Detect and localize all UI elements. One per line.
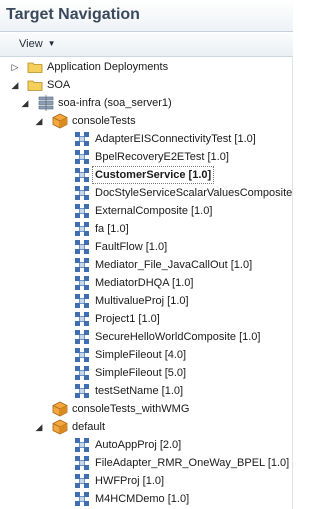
composite-icon — [75, 330, 89, 344]
tree-node-label: SimpleFileout [4.0] — [95, 349, 187, 361]
tree-node-label: CustomerService [1.0] — [92, 166, 215, 184]
tree-node-label: AutoAppProj [2.0] — [95, 439, 182, 451]
tree-node-composite[interactable]: AdapterEISConnectivityTest [1.0] — [0, 130, 293, 148]
tree-node-composite[interactable]: fa [1.0] — [0, 220, 293, 238]
view-menu-label: View — [19, 38, 43, 50]
tree-node-label: SOA — [47, 79, 71, 91]
expanded-icon[interactable]: ◢ — [34, 112, 44, 130]
tree-node-composite-selected[interactable]: CustomerService [1.0] — [0, 166, 293, 184]
server-icon — [38, 95, 54, 111]
collapsed-icon[interactable]: ▷ — [10, 58, 20, 76]
composite-icon — [75, 258, 89, 272]
composite-icon — [75, 186, 89, 200]
tree-node-composite[interactable]: testSetName [1.0] — [0, 382, 293, 400]
tree-node-composite[interactable]: DocStyleServiceScalarValuesComposite [ — [0, 184, 293, 202]
tree-node-composite[interactable]: HWFProj [1.0] — [0, 472, 293, 490]
tree-node-label: BpelRecoveryE2ETest [1.0] — [95, 151, 229, 163]
tree-node-composite[interactable]: Project1 [1.0] — [0, 310, 293, 328]
tree-node-console-tests-with-wmg[interactable]: consoleTests_withWMG — [0, 400, 293, 418]
tree-node-console-tests[interactable]: ◢ consoleTests — [0, 112, 293, 130]
tree-node-label: AdapterEISConnectivityTest [1.0] — [95, 133, 256, 145]
tree-node-label: FaultFlow [1.0] — [95, 241, 168, 253]
partition-icon — [52, 419, 68, 435]
tree-node-label: consoleTests — [72, 115, 136, 127]
chevron-down-icon: ▼ — [47, 39, 56, 48]
tree-node-composite[interactable]: ExternalComposite [1.0] — [0, 202, 293, 220]
composite-icon — [75, 276, 89, 290]
tree-node-composite[interactable]: M4HCMDemo [1.0] — [0, 490, 293, 508]
tree-node-label: consoleTests_withWMG — [72, 403, 190, 415]
view-menu[interactable]: View ▼ — [19, 38, 56, 50]
expanded-icon[interactable]: ◢ — [34, 418, 44, 436]
tree-node-label: Project1 [1.0] — [95, 313, 160, 325]
folder-icon — [27, 80, 43, 91]
partition-icon — [52, 401, 68, 417]
tree-node-composite[interactable]: Mediator_File_JavaCallOut [1.0] — [0, 256, 293, 274]
tree-node-label: fa [1.0] — [95, 223, 129, 235]
tree-node-composite[interactable]: SecureHelloWorldComposite [1.0] — [0, 328, 293, 346]
tree-node-label: soa-infra (soa_server1) — [58, 97, 172, 109]
composite-icon — [75, 492, 89, 506]
tree-node-label: default — [72, 421, 106, 433]
panel-title: Target Navigation — [6, 6, 140, 23]
tree-node-composite[interactable]: FaultFlow [1.0] — [0, 238, 293, 256]
composite-icon — [75, 474, 89, 488]
tree-node-application-deployments[interactable]: ▷ Application Deployments — [0, 58, 293, 76]
composite-icon — [75, 456, 89, 470]
composite-icon — [75, 132, 89, 146]
tree-node-composite[interactable]: BpelRecoveryE2ETest [1.0] — [0, 148, 293, 166]
folder-icon — [27, 62, 43, 73]
tree-node-composite[interactable]: FileAdapter_RMR_OneWay_BPEL [1.0] — [0, 454, 293, 472]
tree-node-label: SimpleFileout [5.0] — [95, 367, 187, 379]
tree-node-composite[interactable]: MediatorDHQA [1.0] — [0, 274, 293, 292]
composite-icon — [75, 168, 89, 182]
composite-icon — [75, 294, 89, 308]
tree-node-label: SecureHelloWorldComposite [1.0] — [95, 331, 261, 343]
composite-icon — [75, 150, 89, 164]
composite-icon — [75, 222, 89, 236]
tree-node-label: Application Deployments — [47, 61, 169, 73]
tree-node-label: HWFProj [1.0] — [95, 475, 165, 487]
tree-node-soa-infra[interactable]: ◢ soa-infra (soa_server1) — [0, 94, 293, 112]
tree-node-composite[interactable]: AutoAppProj [2.0] — [0, 436, 293, 454]
expanded-icon[interactable]: ◢ — [20, 94, 30, 112]
panel-header: Target Navigation — [0, 0, 293, 32]
tree-node-label: DocStyleServiceScalarValuesComposite [ — [95, 187, 293, 199]
tree-node-label: MultivalueProj [1.0] — [95, 295, 189, 307]
composite-icon — [75, 312, 89, 326]
tree-node-composite[interactable]: MultivalueProj [1.0] — [0, 292, 293, 310]
tree-node-default[interactable]: ◢ default — [0, 418, 293, 436]
tree-divider — [292, 58, 293, 509]
partition-icon — [52, 113, 68, 129]
tree-node-label: testSetName [1.0] — [95, 385, 184, 397]
tree-node-label: MediatorDHQA [1.0] — [95, 277, 194, 289]
tree-node-label: FileAdapter_RMR_OneWay_BPEL [1.0] — [95, 457, 290, 469]
expanded-icon[interactable]: ◢ — [10, 76, 20, 94]
composite-icon — [75, 438, 89, 452]
tree-node-label: Mediator_File_JavaCallOut [1.0] — [95, 259, 253, 271]
composite-icon — [75, 348, 89, 362]
tree-node-label: M4HCMDemo [1.0] — [95, 493, 190, 505]
tree-node-composite[interactable]: SimpleFileout [5.0] — [0, 364, 293, 382]
composite-icon — [75, 384, 89, 398]
tree-node-soa[interactable]: ◢ SOA — [0, 76, 293, 94]
tree-node-label: ExternalComposite [1.0] — [95, 205, 213, 217]
target-navigation-tree[interactable]: ▷ Application Deployments ◢ SOA ◢ soa-in… — [0, 58, 293, 509]
composite-icon — [75, 366, 89, 380]
composite-icon — [75, 240, 89, 254]
toolbar: View ▼ — [0, 33, 293, 57]
tree-node-composite[interactable]: SimpleFileout [4.0] — [0, 346, 293, 364]
composite-icon — [75, 204, 89, 218]
